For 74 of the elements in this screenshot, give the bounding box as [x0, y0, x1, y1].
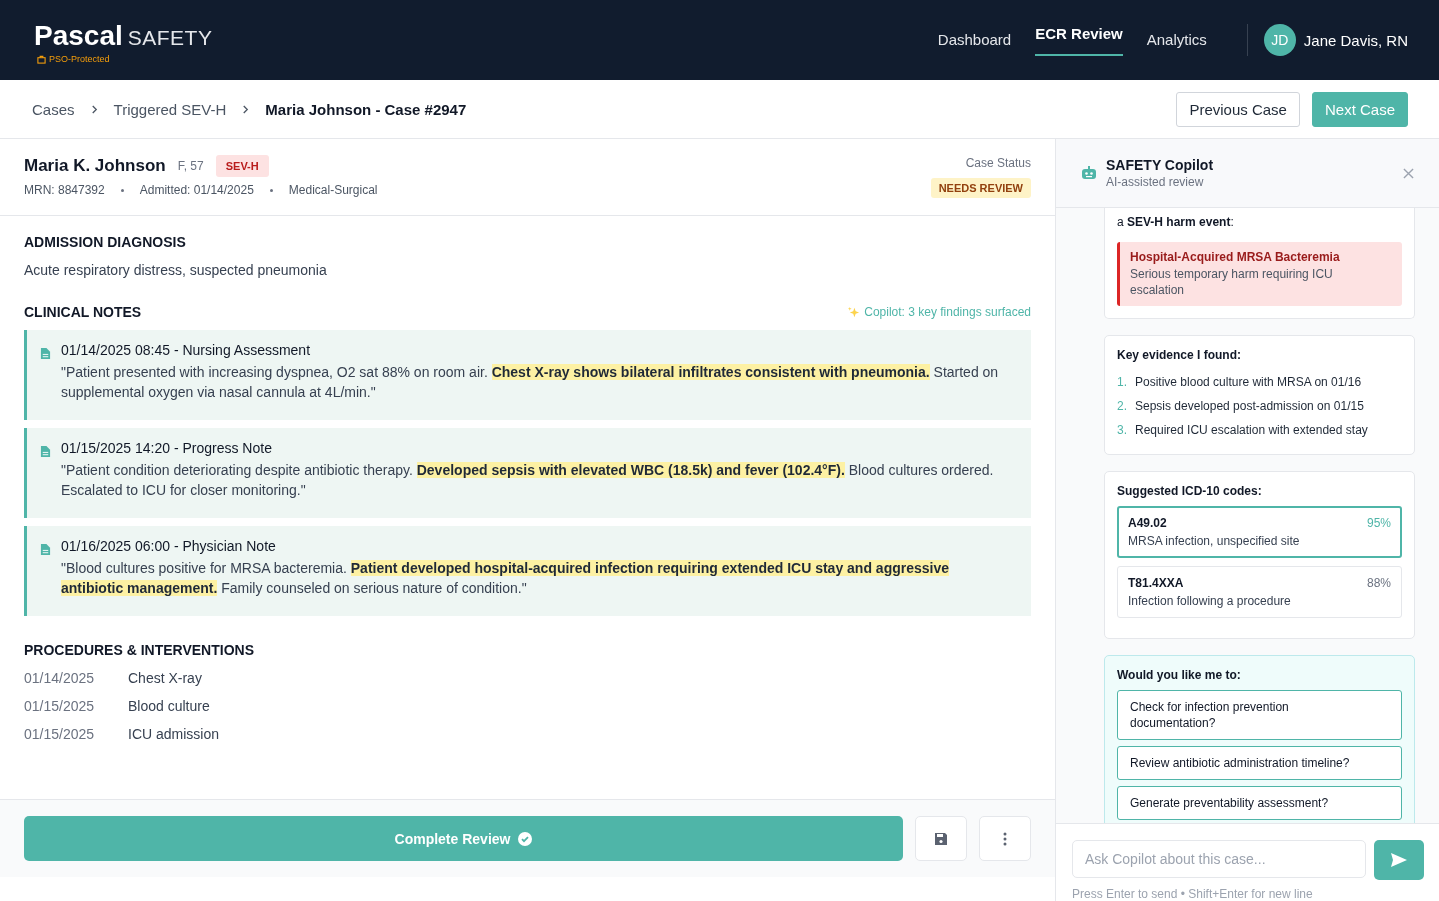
alert-title: Hospital-Acquired MRSA Bacteremia — [1130, 250, 1341, 264]
diagnosis-text: Acute respiratory distress, suspected pneumonia — [24, 262, 328, 278]
pso-label: PSO-Protected — [49, 54, 110, 64]
more-options-button[interactable] — [979, 816, 1031, 861]
alert-text: Serious temporary harm requiring ICU escalation — [1130, 266, 1334, 298]
close-icon[interactable] — [1403, 167, 1414, 179]
mrn: MRN: 8847392 — [24, 183, 105, 197]
nav-tab[interactable]: Analytics — [1146, 24, 1207, 56]
document-icon — [40, 543, 51, 556]
message-text: a SEV-H harm event: — [1117, 214, 1235, 230]
procedure-date: 01/15/2025 — [24, 726, 96, 742]
procedure-name: ICU admission — [128, 726, 220, 742]
card-title: Would you like me to: — [1117, 668, 1242, 682]
more-icon — [1003, 831, 1007, 846]
unit: Medical-Surgical — [288, 183, 378, 197]
save-button[interactable] — [915, 816, 967, 861]
note-title: 01/14/2025 08:45 - Nursing Assessment — [61, 342, 312, 358]
separator-dot — [269, 188, 273, 192]
note-title: 01/15/2025 14:20 - Progress Note — [61, 440, 273, 456]
status-tag: NEEDS REVIEW — [930, 178, 1031, 198]
section-title: CLINICAL NOTES — [24, 304, 142, 320]
robot-icon — [1081, 166, 1097, 180]
logo-name: Pascal — [34, 20, 123, 52]
note-text: "Patient condition deteriorating despite antibiotic therapy. Developed sepsis with elevated WBC (18.5k) and fever (102.4°F). Blood cultures ordered. Escalated to ICU for closer monitoring." — [61, 461, 995, 500]
check-circle-icon — [518, 831, 533, 846]
document-icon — [40, 445, 51, 458]
section-title: PROCEDURES & INTERVENTIONS — [24, 642, 255, 658]
logo-product: SAFETY — [127, 26, 213, 50]
previous-case-button[interactable]: Previous Case — [1176, 91, 1300, 127]
code-option[interactable]: A49.02 95% MRSA infection, unspecified site — [1117, 506, 1402, 558]
breadcrumb-link[interactable]: Triggered SEV-H — [113, 100, 227, 118]
status-label: Case Status — [965, 156, 1031, 170]
procedure-name: Blood culture — [128, 698, 210, 714]
ask-input[interactable]: Ask Copilot about this case... — [1072, 840, 1366, 878]
chevron-icon — [242, 104, 250, 114]
panel-title: SAFETY Copilot — [1106, 157, 1214, 173]
list-number: 2. — [1117, 399, 1127, 413]
suggestion-button[interactable]: Check for infection prevention documentation? — [1117, 690, 1402, 740]
send-icon — [1391, 853, 1407, 867]
suggestion-button[interactable]: Generate preventability assessment? — [1117, 786, 1402, 820]
procedure-name: Chest X-ray — [128, 670, 202, 686]
severity-tag: SEV-H — [215, 155, 269, 177]
send-button[interactable] — [1374, 840, 1424, 880]
user-name: Jane Davis, RN — [1303, 31, 1408, 49]
list-number: 1. — [1117, 375, 1127, 389]
sparkle-icon — [847, 305, 861, 319]
card-title: Key evidence I found: — [1117, 348, 1243, 362]
chevron-icon — [90, 104, 98, 114]
briefcase-icon — [37, 54, 46, 64]
nav-tab[interactable]: Dashboard — [937, 24, 1012, 56]
suggestion-button[interactable]: Review antibiotic administration timeline? — [1117, 746, 1402, 780]
document-icon — [40, 347, 51, 360]
card-title: Suggested ICD-10 codes: — [1117, 484, 1263, 498]
patient-name: Maria K. Johnson — [24, 156, 166, 176]
panel-subtitle: AI-assisted review — [1106, 175, 1205, 189]
note-title: 01/16/2025 06:00 - Physician Note — [61, 538, 277, 554]
breadcrumb-link[interactable]: Maria Johnson - Case #2947 — [265, 100, 467, 118]
breadcrumb-link[interactable]: Cases — [32, 100, 75, 118]
procedure-date: 01/15/2025 — [24, 698, 96, 714]
nav-tab[interactable]: ECR Review — [1035, 18, 1123, 56]
procedure-date: 01/14/2025 — [24, 670, 96, 686]
patient-sex-age: F, 57 — [177, 159, 204, 173]
note-text: "Patient presented with increasing dyspnea, O2 sat 88% on room air. Chest X-ray shows bilateral infiltrates consistent with pneumonia. Started on supplemental oxygen via nasal cannula at 4L/min." — [61, 363, 1000, 402]
evidence-item: Sepsis developed post-admission on 01/15 — [1135, 399, 1364, 413]
note-text: "Blood cultures positive for MRSA bacteremia. Patient developed hospital-acquired infection requiring extended ICU stay and aggressive antibiotic management. Family counseled on serious nature of condition." — [61, 559, 951, 598]
list-number: 3. — [1117, 423, 1127, 437]
evidence-item: Positive blood culture with MRSA on 01/16 — [1135, 375, 1362, 389]
section-title: ADMISSION DIAGNOSIS — [24, 234, 187, 250]
input-hint: Press Enter to send • Shift+Enter for new line — [1072, 887, 1314, 901]
admitted-date: Admitted: 01/14/2025 — [139, 183, 254, 197]
evidence-item: Required ICU escalation with extended stay — [1135, 423, 1368, 437]
copilot-hint: Copilot: 3 key findings surfaced — [864, 305, 1031, 319]
code-option[interactable]: T81.4XXA 88% Infection following a procedure — [1117, 566, 1402, 618]
separator-dot — [120, 188, 124, 192]
